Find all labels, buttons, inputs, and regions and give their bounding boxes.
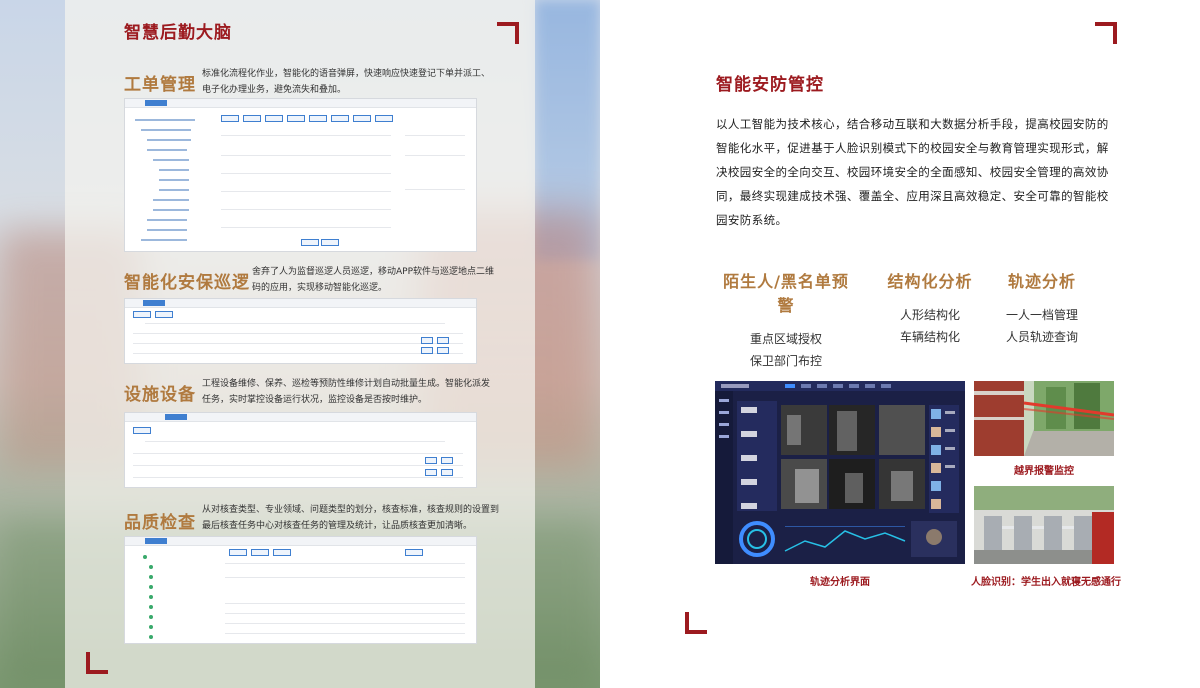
section-title-quality: 品质检查 xyxy=(124,513,196,533)
dashboard-graphic xyxy=(715,381,965,564)
desc-line: 从对核查类型、专业领域、问题类型的划分，核查标准，核查规则的设置到 xyxy=(202,505,500,515)
section-desc-facilities: 工程设备维修、保养、巡检等预防性维修计划自动批量生成。智能化派发 任务，实时掌控… xyxy=(202,376,490,408)
left-page: 智慧后勤大脑 工单管理 标准化流程化作业，智能化的语音弹屏，快速响应快速登记下单… xyxy=(0,0,600,688)
quality-screenshot xyxy=(124,536,477,644)
caption-boundary-alarm: 越界报警监控 xyxy=(1014,466,1074,477)
security-paragraph: 以人工智能为技术核心，结合移动互联和大数据分析手段，提高校园安防的智能化水平，促… xyxy=(716,117,1109,227)
face-recognition-photo xyxy=(974,486,1114,564)
desc-line: 电子化办理业务，避免流失和叠加。 xyxy=(202,85,347,95)
boundary-photo-graphic xyxy=(974,381,1114,456)
feature-title: 结构化分析 xyxy=(887,272,973,291)
caption-face-recognition: 人脸识别：学生出入就寝无感通行 xyxy=(971,577,1121,588)
desc-line: 最后核查任务中心对核查任务的管理及统计，让品质核查更加清晰。 xyxy=(202,521,473,531)
section-title-patrol: 智能化安保巡逻 xyxy=(124,273,250,293)
facilities-screenshot xyxy=(124,412,477,488)
feature-trajectory: 轨迹分析 一人一档管理 人员轨迹查询 xyxy=(990,268,1094,348)
page-title: 智慧后勤大脑 xyxy=(124,23,232,43)
section-desc-work-order: 标准化流程化作业，智能化的语音弹屏，快速响应快速登记下单并派工、 电子化办理业务… xyxy=(202,66,490,98)
boundary-alarm-photo xyxy=(974,381,1114,456)
feature-item: 车辆结构化 xyxy=(899,330,960,344)
trajectory-dashboard-image xyxy=(715,381,965,564)
desc-line: 舍弃了人为监督巡逻人员巡逻，移动APP软件与巡逻地点二维 xyxy=(252,267,495,277)
feature-item: 重点区域授权 xyxy=(749,332,822,346)
feature-blacklist: 陌生人/黑名单预警 重点区域授权 保卫部门布控 xyxy=(716,268,856,372)
feature-item: 人员轨迹查询 xyxy=(1005,330,1078,344)
desc-line: 标准化流程化作业，智能化的语音弹屏，快速响应快速登记下单并派工、 xyxy=(202,69,491,79)
work-order-screenshot xyxy=(124,98,477,252)
feature-item: 一人一档管理 xyxy=(1005,308,1078,322)
section-desc-patrol: 舍弃了人为监督巡逻人员巡逻，移动APP软件与巡逻地点二维 码的应用，实现移动智能… xyxy=(252,264,494,296)
patrol-screenshot xyxy=(124,298,477,364)
section-title-work-order: 工单管理 xyxy=(124,75,196,95)
feature-item: 人形结构化 xyxy=(899,308,960,322)
desc-line: 工程设备维修、保养、巡检等预防性维修计划自动批量生成。智能化派发 xyxy=(202,379,491,389)
feature-title: 轨迹分析 xyxy=(1007,272,1076,291)
section-title-security: 智能安防管控 xyxy=(716,75,824,95)
corner-mark-top-right xyxy=(497,22,519,44)
desc-line: 码的应用，实现移动智能化巡逻。 xyxy=(252,283,388,293)
corner-mark-bottom-left xyxy=(86,652,108,674)
gate-photo-graphic xyxy=(974,486,1114,564)
feature-structured: 结构化分析 人形结构化 车辆结构化 xyxy=(875,268,985,348)
desc-line: 任务，实时掌控设备运行状况，监控设备是否按时维护。 xyxy=(202,395,428,405)
section-desc-quality: 从对核查类型、专业领域、问题类型的划分，核查标准，核查规则的设置到 最后核查任务… xyxy=(202,502,499,534)
feature-item: 保卫部门布控 xyxy=(749,354,822,368)
corner-mark-bottom-left-right-page xyxy=(685,612,707,634)
feature-title: 陌生人/黑名单预警 xyxy=(723,272,849,315)
caption-trajectory: 轨迹分析界面 xyxy=(810,577,870,588)
section-title-facilities: 设施设备 xyxy=(124,385,196,405)
corner-mark-top-right-right-page xyxy=(1095,22,1117,44)
